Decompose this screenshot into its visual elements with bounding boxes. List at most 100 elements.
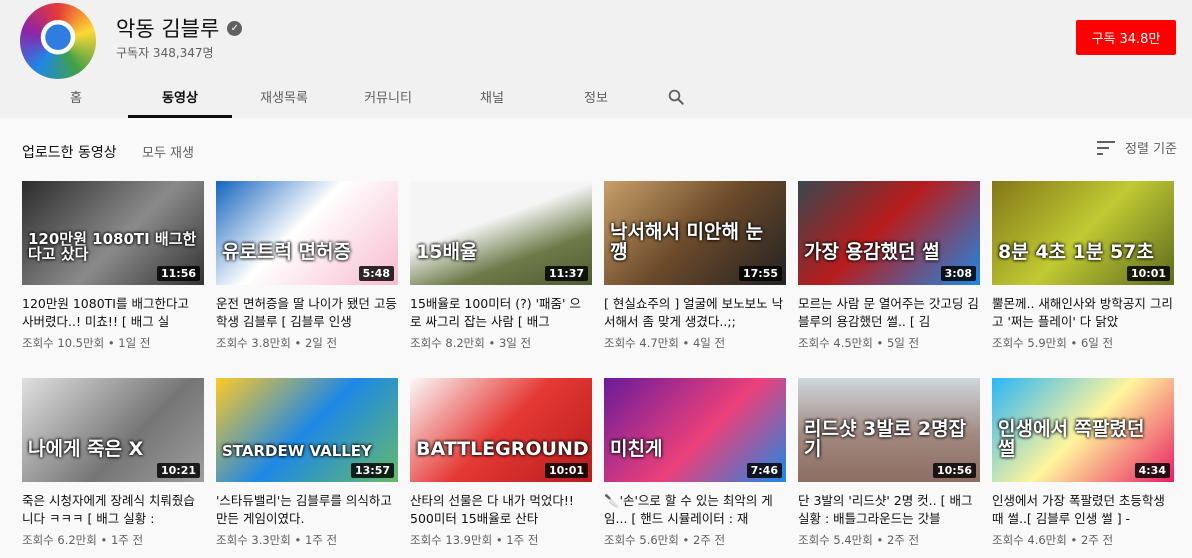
video-duration: 4:34 <box>1134 463 1170 478</box>
thumbnail-text: 낙서해서 미안해 눈깽 <box>610 221 764 264</box>
video-views: 조회수 13.9만회 <box>410 533 493 547</box>
video-duration: 5:48 <box>358 266 394 281</box>
meta-separator: • <box>1066 533 1081 547</box>
video-title[interactable]: 모르는 사람 문 열어주는 갓고딩 김블루의 용감했던 썰.. [ 김 <box>798 295 980 331</box>
video-thumbnail[interactable]: 인생에서 쪽팔렸던 썰 4:34 <box>992 378 1174 482</box>
tab-channels[interactable]: 채널 <box>440 78 544 118</box>
verified-check-icon: ✓ <box>227 20 243 36</box>
meta-separator: • <box>290 533 305 547</box>
video-duration: 3:08 <box>940 266 976 281</box>
video-title[interactable]: '스타듀밸리'는 김블루를 의식하고 만든 게임이였다. <box>216 492 398 528</box>
video-thumbnail[interactable]: 낙서해서 미안해 눈깽 17:55 <box>604 181 786 285</box>
thumbnail-text: STARDEW VALLEY <box>222 442 372 461</box>
meta-separator: • <box>1066 336 1081 350</box>
thumbnail-text: 120만원 1080TI 배그한다고 샀다 <box>28 229 197 264</box>
channel-name-text[interactable]: 악동 김블루 <box>116 13 219 43</box>
video-meta: 조회수 3.3만회 • 1주 전 <box>216 532 398 548</box>
video-age: 1주 전 <box>506 533 539 547</box>
video-card[interactable]: 미친게 7:46 🔪'손'으로 할 수 있는 최악의 게임... [ 핸드 시뮬레이… <box>604 378 786 558</box>
video-duration: 10:01 <box>1126 266 1170 281</box>
tab-videos[interactable]: 동영상 <box>128 78 232 118</box>
video-title[interactable]: 운전 면허증을 딸 나이가 됐던 고등학생 김블루 [ 김블루 인생 <box>216 295 398 331</box>
video-age: 1주 전 <box>110 533 144 547</box>
video-duration: 10:21 <box>156 463 200 478</box>
video-card[interactable]: 리드샷 3발로 2명잡기 10:56 단 3발의 '리드샷' 2명 컷.. [ 배그… <box>798 378 980 558</box>
video-title[interactable]: 인생에서 가장 폭팔렸던 초등학생때 썰..[ 김블루 인생 썰 ] - <box>992 492 1174 528</box>
video-card[interactable]: 120만원 1080TI 배그한다고 샀다 11:56 120만원 1080TI를 … <box>22 181 204 361</box>
sort-icon <box>1097 140 1116 155</box>
video-duration: 17:55 <box>738 266 782 281</box>
video-title[interactable]: 🔪'손'으로 할 수 있는 최악의 게임... [ 핸드 시뮬레이터 : 재 <box>604 492 786 528</box>
video-title[interactable]: 120만원 1080TI를 배그한다고 사버렸다..! 미쵸!! [ 배그 실 <box>22 295 204 331</box>
video-views: 조회수 6.2만회 <box>22 533 97 547</box>
meta-separator: • <box>678 533 693 547</box>
video-title[interactable]: [ 현실쇼주의 ] 얼굴에 보노보노 낙서해서 좀 맞게 생겼다..;; <box>604 295 786 331</box>
video-thumbnail[interactable]: 8분 4초 1분 57초 10:01 <box>992 181 1174 285</box>
video-thumbnail[interactable]: 가장 용감했던 썰 3:08 <box>798 181 980 285</box>
video-card[interactable]: 15배율 11:37 15배율로 100미터 (?) '패줌' 으로 싸그리 잡는 … <box>410 181 592 361</box>
tab-home[interactable]: 홈 <box>24 78 128 118</box>
video-meta: 조회수 6.2만회 • 1주 전 <box>22 532 204 548</box>
video-age: 1주 전 <box>304 533 338 547</box>
video-age: 2주 전 <box>886 533 920 547</box>
video-title[interactable]: 단 3발의 '리드샷' 2명 컷.. [ 배그 실황 : 배틀그라운드는 갓블 <box>798 492 980 528</box>
video-meta: 조회수 4.6만회 • 2주 전 <box>992 532 1174 548</box>
video-thumbnail[interactable]: STARDEW VALLEY 13:57 <box>216 378 398 482</box>
search-icon[interactable] <box>648 78 704 118</box>
video-duration: 11:37 <box>544 266 588 281</box>
meta-separator: • <box>290 336 305 350</box>
video-card[interactable]: 인생에서 쪽팔렸던 썰 4:34 인생에서 가장 폭팔렸던 초등학생때 썰..[ 김… <box>992 378 1174 558</box>
video-card[interactable]: STARDEW VALLEY 13:57 '스타듀밸리'는 김블루를 의식하고 만든… <box>216 378 398 558</box>
video-title[interactable]: 죽은 시청자에게 장례식 치뤄줬습니다 ㅋㅋㅋ [ 배그 실황 : <box>22 492 204 528</box>
video-title[interactable]: 15배율로 100미터 (?) '패줌' 으로 싸그리 잡는 사람 [ 배그 <box>410 295 592 331</box>
play-all-link[interactable]: 모두 재생 <box>142 142 194 161</box>
channel-avatar[interactable] <box>20 3 96 79</box>
video-card[interactable]: 8분 4초 1분 57초 10:01 뿔몬께.. 새해인사와 방학공지 그리고 '쩌… <box>992 181 1174 361</box>
video-thumbnail[interactable]: BATTLEGROUND 10:01 <box>410 378 592 482</box>
thumbnail-text: 인생에서 쪽팔렸던 썰 <box>998 418 1145 461</box>
video-views: 조회수 3.3만회 <box>216 533 291 547</box>
video-card[interactable]: 유로트럭 면허증 5:48 운전 면허증을 딸 나이가 됐던 고등학생 김블루 [ … <box>216 181 398 361</box>
video-card[interactable]: 나에게 죽은 X 10:21 죽은 시청자에게 장례식 치뤄줬습니다 ㅋㅋㅋ [ 배… <box>22 378 204 558</box>
video-card[interactable]: 가장 용감했던 썰 3:08 모르는 사람 문 열어주는 갓고딩 김블루의 용감했던… <box>798 181 980 361</box>
video-title[interactable]: 뿔몬께.. 새해인사와 방학공지 그리고 '쩌는 플레이' 다 닭았 <box>992 295 1174 331</box>
tab-playlists[interactable]: 재생목록 <box>232 78 336 118</box>
video-age: 4일 전 <box>692 336 726 350</box>
video-thumbnail[interactable]: 리드샷 3발로 2명잡기 10:56 <box>798 378 980 482</box>
video-card[interactable]: 낙서해서 미안해 눈깽 17:55 [ 현실쇼주의 ] 얼굴에 보노보노 낙서해서 … <box>604 181 786 361</box>
video-meta: 조회수 13.9만회 • 1주 전 <box>410 532 592 548</box>
sort-button[interactable]: 정렬 기준 <box>1097 138 1177 157</box>
video-thumbnail[interactable]: 나에게 죽은 X 10:21 <box>22 378 204 482</box>
video-thumbnail[interactable]: 유로트럭 면허증 5:48 <box>216 181 398 285</box>
meta-separator: • <box>96 533 111 547</box>
video-meta: 조회수 4.7만회 • 4일 전 <box>604 335 786 351</box>
meta-separator: • <box>104 336 119 350</box>
video-age: 1일 전 <box>118 336 151 350</box>
thumbnail-text: 미친게 <box>610 438 663 461</box>
thumbnail-text: 15배율 <box>416 241 478 264</box>
meta-separator: • <box>872 336 887 350</box>
tab-community[interactable]: 커뮤니티 <box>336 78 440 118</box>
video-thumbnail[interactable]: 120만원 1080TI 배그한다고 샀다 11:56 <box>22 181 204 285</box>
thumbnail-text: BATTLEGROUND <box>416 438 589 461</box>
video-title[interactable]: 산타의 선물은 다 내가 먹었다!! 500미터 15배율로 산타 <box>410 492 592 528</box>
video-views: 조회수 5.6만회 <box>604 533 679 547</box>
video-thumbnail[interactable]: 15배율 11:37 <box>410 181 592 285</box>
video-meta: 조회수 5.9만회 • 6일 전 <box>992 335 1174 351</box>
thumbnail-text: 8분 4초 1분 57초 <box>998 241 1154 264</box>
meta-separator: • <box>484 336 499 350</box>
video-views: 조회수 8.2만회 <box>410 336 485 350</box>
subscribe-button[interactable]: 구독 34.8만 <box>1076 20 1176 55</box>
video-duration: 10:01 <box>544 463 588 478</box>
video-grid: 120만원 1080TI 배그한다고 샀다 11:56 120만원 1080TI를 … <box>22 181 1174 558</box>
video-views: 조회수 10.5만회 <box>22 336 105 350</box>
tab-about[interactable]: 정보 <box>544 78 648 118</box>
video-views: 조회수 5.4만회 <box>798 533 873 547</box>
video-meta: 조회수 5.6만회 • 2주 전 <box>604 532 786 548</box>
video-thumbnail[interactable]: 미친게 7:46 <box>604 378 786 482</box>
channel-name: 악동 김블루 ✓ <box>116 13 243 43</box>
thumbnail-text: 나에게 죽은 X <box>28 438 144 461</box>
channel-header: 악동 김블루 ✓ 구독자 348,347명 구독 34.8만 홈 동영상 재생목… <box>0 0 1192 118</box>
thumbnail-text: 리드샷 3발로 2명잡기 <box>804 418 967 461</box>
video-card[interactable]: BATTLEGROUND 10:01 산타의 선물은 다 내가 먹었다!! 500미… <box>410 378 592 558</box>
